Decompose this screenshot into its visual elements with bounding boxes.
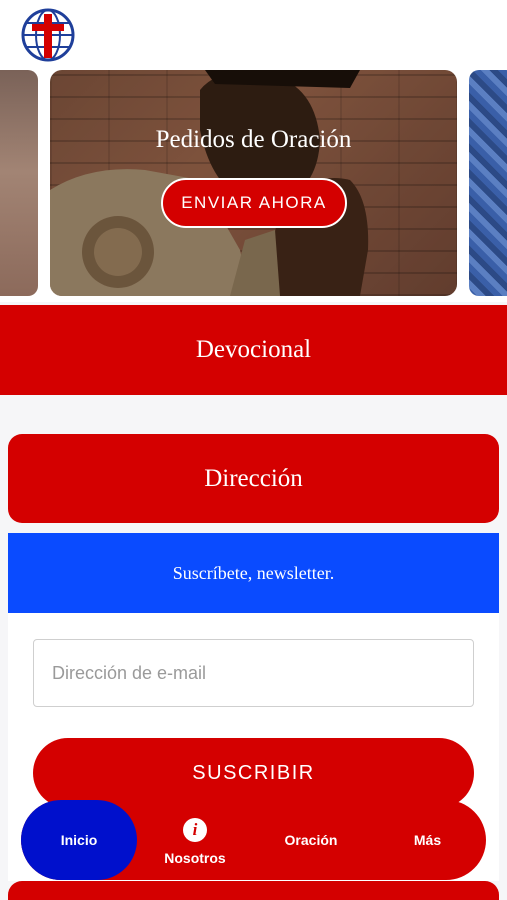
top-bar: [0, 0, 507, 70]
tab-nosotros[interactable]: i Nosotros: [137, 800, 253, 880]
send-now-button[interactable]: ENVIAR AHORA: [161, 178, 347, 228]
devocional-button[interactable]: Devocional: [0, 305, 507, 395]
subscribe-button[interactable]: SUSCRIBIR: [33, 738, 474, 808]
tab-label: Oración: [284, 832, 338, 848]
prayer-carousel[interactable]: Pedidos de Oración ENVIAR AHORA: [0, 70, 507, 302]
tab-oracion[interactable]: Oración: [253, 800, 369, 880]
bottom-tab-bar: Inicio i Nosotros Oración Más: [21, 800, 486, 880]
tab-mas[interactable]: Más: [369, 800, 486, 880]
direccion-button[interactable]: Dirección: [8, 434, 499, 523]
tab-label: Inicio: [60, 832, 98, 848]
tab-label: Nosotros: [164, 850, 226, 866]
next-section-peek: [8, 881, 499, 900]
carousel-card-previous[interactable]: [0, 70, 38, 296]
info-icon: i: [183, 818, 207, 842]
carousel-card-prayer-requests[interactable]: Pedidos de Oración ENVIAR AHORA: [50, 70, 457, 296]
tab-label: Más: [413, 832, 442, 848]
carousel-card-next[interactable]: [469, 70, 507, 296]
email-field[interactable]: [33, 639, 474, 707]
tab-inicio[interactable]: Inicio: [21, 800, 137, 880]
card-title: Pedidos de Oración: [155, 126, 352, 153]
globe-cross-logo[interactable]: [20, 7, 76, 63]
newsletter-title: Suscríbete, newsletter.: [8, 533, 499, 613]
